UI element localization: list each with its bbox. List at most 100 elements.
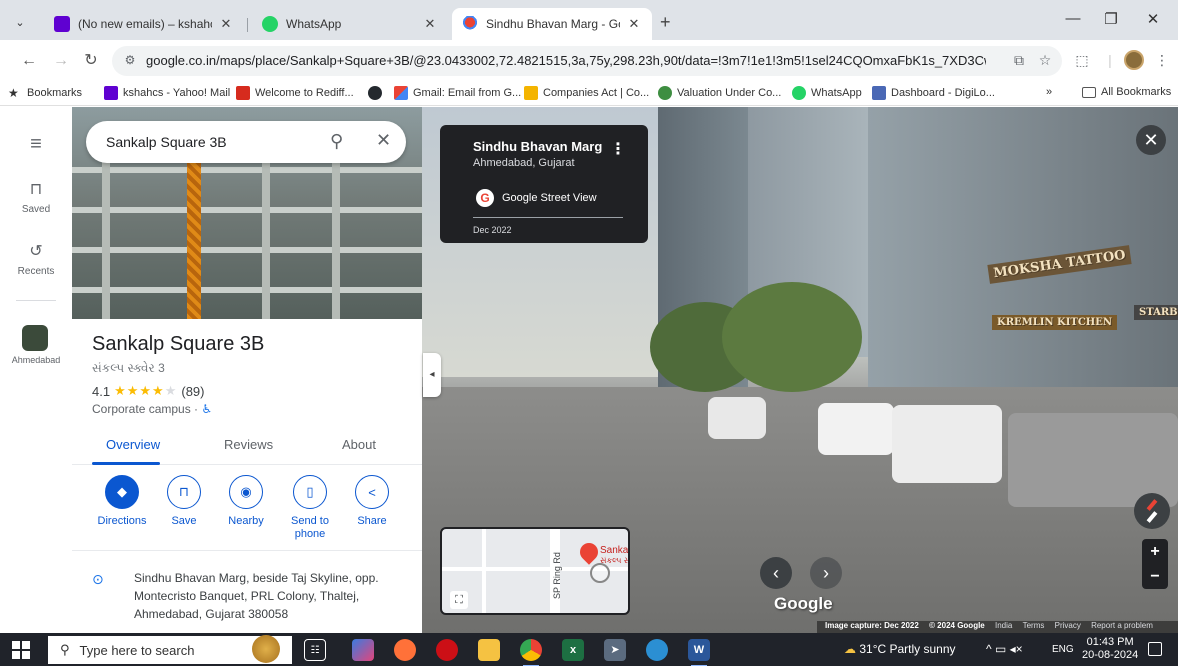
zoom-out-button[interactable]: − bbox=[1142, 564, 1168, 589]
share-button[interactable]: < Share bbox=[340, 475, 404, 528]
photo-floor bbox=[72, 207, 422, 213]
nearby-button[interactable]: ◉ Nearby bbox=[214, 475, 278, 528]
bookmarks-overflow-button[interactable]: » bbox=[1046, 86, 1052, 98]
bookmark-valuation[interactable]: Valuation Under Co... bbox=[658, 86, 781, 100]
word-icon[interactable]: W bbox=[688, 639, 710, 666]
privacy-link[interactable]: Privacy bbox=[1055, 621, 1081, 630]
close-tab-icon[interactable]: ✕ bbox=[422, 16, 438, 32]
sv-date[interactable]: Dec 2022 bbox=[473, 225, 512, 235]
address-bar[interactable]: ⚙ google.co.in/maps/place/Sankalp+Square… bbox=[112, 46, 1062, 76]
forward-button[interactable]: → bbox=[50, 50, 72, 72]
minimize-button[interactable]: — bbox=[1058, 10, 1088, 27]
mini-map[interactable]: SP Ring Rd Sanka સંકલ્પ સ ⛶ bbox=[440, 527, 630, 615]
section-divider bbox=[72, 550, 422, 551]
recents-button[interactable]: ↺ Recents bbox=[0, 241, 72, 277]
close-tab-icon[interactable]: ✕ bbox=[626, 16, 642, 32]
compass-north-icon bbox=[1146, 499, 1158, 511]
excel-icon[interactable]: x bbox=[562, 639, 584, 661]
photo-floor bbox=[72, 247, 422, 253]
chrome-icon[interactable] bbox=[520, 639, 542, 666]
recent-place-label[interactable]: Ahmedabad bbox=[0, 355, 72, 365]
search-box[interactable]: Sankalp Square 3B ⚲ ✕ bbox=[86, 121, 406, 163]
bookmark-gmail[interactable]: Gmail: Email from G... bbox=[394, 86, 521, 100]
tab-about[interactable]: About bbox=[342, 437, 376, 452]
task-view-icon[interactable]: ☷ bbox=[304, 639, 326, 661]
previous-image-button[interactable]: ‹ bbox=[760, 557, 792, 589]
place-photo[interactable]: Sankalp Square 3B ⚲ ✕ bbox=[72, 107, 422, 319]
tab-yahoo-mail[interactable]: (No new emails) – kshahcs@yahoo ✕ bbox=[44, 8, 244, 40]
tray-icons[interactable]: ^ ▭ ◂× bbox=[986, 642, 1023, 656]
street-view[interactable]: MOKSHA TATTOO KREMLIN KITCHEN STARB Sind… bbox=[422, 107, 1178, 633]
tab-whatsapp[interactable]: WhatsApp ✕ bbox=[252, 8, 448, 40]
bookmark-star-icon[interactable]: ☆ bbox=[1036, 52, 1054, 69]
close-window-button[interactable]: ✕ bbox=[1138, 10, 1168, 28]
save-button[interactable]: ⊓ Save bbox=[152, 475, 216, 528]
app-icon[interactable]: ➤ bbox=[604, 639, 626, 661]
maps-left-rail: ≡ ⊓ Saved ↺ Recents Ahmedabad bbox=[0, 107, 72, 633]
photo-crane bbox=[187, 143, 201, 319]
zoom-in-button[interactable]: + bbox=[1142, 539, 1168, 564]
saved-button[interactable]: ⊓ Saved bbox=[0, 179, 72, 215]
close-tab-icon[interactable]: ✕ bbox=[218, 16, 234, 32]
close-street-view-button[interactable]: ✕ bbox=[1136, 125, 1166, 155]
all-bookmarks-button[interactable]: All Bookmarks bbox=[1082, 86, 1171, 98]
bookmark-rediff[interactable]: Welcome to Rediff... bbox=[236, 86, 354, 100]
url-text[interactable]: google.co.in/maps/place/Sankalp+Square+3… bbox=[146, 53, 986, 68]
folder-icon bbox=[1082, 86, 1096, 98]
windows-start-icon[interactable] bbox=[12, 641, 30, 659]
collapse-panel-button[interactable]: ◂ bbox=[423, 353, 441, 397]
review-count[interactable]: (89) bbox=[181, 384, 204, 399]
weather-widget[interactable]: ☁ 31°C Partly sunny bbox=[844, 642, 956, 656]
bookmark-yahoo-mail[interactable]: kshahcs - Yahoo! Mail bbox=[104, 86, 230, 100]
file-explorer-icon[interactable] bbox=[478, 639, 500, 661]
edge-icon[interactable] bbox=[646, 639, 668, 661]
extensions-icon[interactable]: ⬚ bbox=[1072, 52, 1092, 69]
tab-overview[interactable]: Overview bbox=[106, 437, 160, 452]
place-rating[interactable]: 4.1 ★★★★★ (89) bbox=[92, 383, 204, 399]
copilot-icon[interactable] bbox=[352, 639, 374, 661]
open-in-app-icon[interactable]: ⧉ bbox=[1010, 52, 1028, 69]
send-to-phone-button[interactable]: ▯ Send to phone bbox=[278, 475, 342, 541]
sv-car bbox=[892, 405, 1002, 483]
active-tab-indicator bbox=[92, 462, 160, 465]
terms-link[interactable]: Terms bbox=[1023, 621, 1045, 630]
valuation-icon bbox=[658, 86, 672, 100]
restore-button[interactable]: ❐ bbox=[1096, 10, 1126, 28]
expand-map-icon[interactable]: ⛶ bbox=[450, 591, 468, 609]
new-tab-button[interactable]: + bbox=[660, 12, 671, 33]
place-tabs: Overview Reviews About bbox=[72, 429, 422, 465]
site-info-icon[interactable]: ⚙ bbox=[122, 53, 138, 69]
search-input[interactable]: Sankalp Square 3B bbox=[106, 134, 227, 150]
report-problem-link[interactable]: Report a problem bbox=[1091, 621, 1153, 630]
clear-search-icon[interactable]: ✕ bbox=[376, 130, 391, 151]
notification-icon[interactable] bbox=[1148, 642, 1162, 656]
compass-button[interactable] bbox=[1134, 493, 1170, 529]
browser-menu-icon[interactable]: ⋮ bbox=[1152, 52, 1172, 69]
bookmark-whatsapp[interactable]: WhatsApp bbox=[792, 86, 862, 100]
opera-icon[interactable] bbox=[436, 639, 458, 661]
system-clock[interactable]: 01:43 PM 20-08-2024 bbox=[1082, 636, 1138, 662]
search-highlight-icon[interactable] bbox=[252, 635, 280, 663]
back-button[interactable]: ← bbox=[18, 50, 40, 72]
sv-subtitle: Ahmedabad, Gujarat bbox=[473, 157, 575, 169]
bookmark-github[interactable] bbox=[368, 86, 387, 100]
input-language[interactable]: ENG bbox=[1052, 644, 1074, 655]
tab-search-button[interactable]: ⌄ bbox=[10, 13, 30, 33]
tab-reviews[interactable]: Reviews bbox=[224, 437, 273, 452]
bookmark-digilocker[interactable]: Dashboard - DigiLo... bbox=[872, 86, 995, 100]
nearby-icon: ◉ bbox=[229, 475, 263, 509]
next-image-button[interactable]: › bbox=[810, 557, 842, 589]
menu-button[interactable]: ≡ bbox=[0, 133, 72, 161]
profile-avatar[interactable] bbox=[1124, 50, 1144, 70]
country-link[interactable]: India bbox=[995, 621, 1012, 630]
reload-button[interactable]: ↻ bbox=[80, 50, 102, 72]
bookmark-bookmarks[interactable]: ★ Bookmarks bbox=[8, 86, 82, 100]
bookmark-companies-act[interactable]: Companies Act | Co... bbox=[524, 86, 649, 100]
sv-title[interactable]: Sindhu Bhavan Marg bbox=[473, 139, 602, 154]
firefox-icon[interactable] bbox=[394, 639, 416, 661]
directions-button[interactable]: ◆ Directions bbox=[90, 475, 154, 528]
search-icon[interactable]: ⚲ bbox=[330, 131, 343, 152]
tab-google-maps[interactable]: Sindhu Bhavan Marg - Google Maps ✕ bbox=[452, 8, 652, 40]
more-options-icon[interactable]: ⋮ bbox=[610, 139, 626, 159]
recent-place-thumbnail[interactable] bbox=[22, 325, 48, 351]
